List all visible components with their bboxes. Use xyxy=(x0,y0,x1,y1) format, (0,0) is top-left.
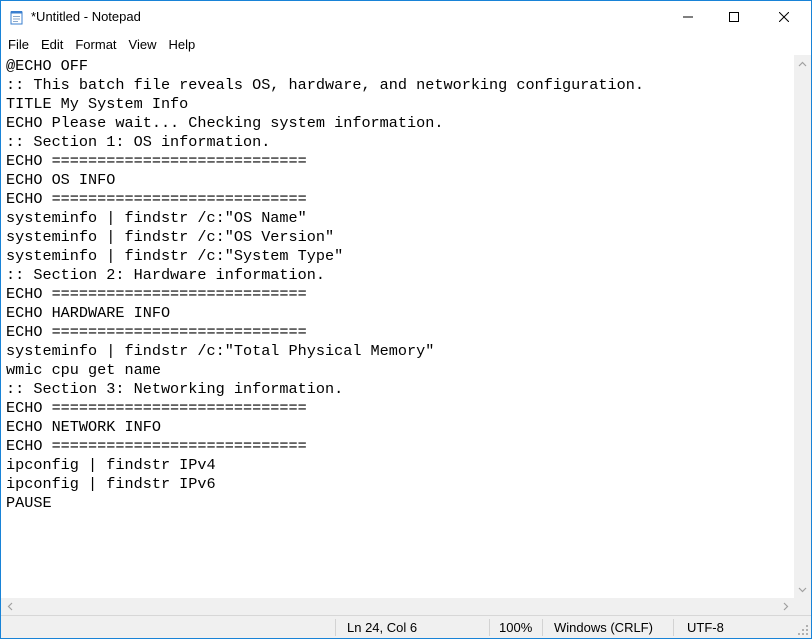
scroll-down-button[interactable] xyxy=(794,581,811,598)
editor-line: ECHO NETWORK INFO xyxy=(6,418,161,436)
menu-help[interactable]: Help xyxy=(162,34,201,55)
editor-line: ECHO HARDWARE INFO xyxy=(6,304,171,322)
editor-line: ECHO ============================ xyxy=(6,152,307,170)
text-editor[interactable]: @ECHO OFF:: This batch file reveals OS, … xyxy=(1,55,794,598)
cursor-position: Ln 24, Col 6 xyxy=(347,620,418,635)
editor-line: ECHO ============================ xyxy=(6,190,307,208)
menu-edit[interactable]: Edit xyxy=(35,34,69,55)
title-bar[interactable]: *Untitled - Notepad xyxy=(1,1,811,33)
editor-line: ECHO Please wait... Checking system info… xyxy=(6,114,444,132)
maximize-button[interactable] xyxy=(711,1,757,33)
status-divider xyxy=(489,619,490,636)
chevron-right-icon xyxy=(783,602,788,611)
scroll-right-button[interactable] xyxy=(777,598,794,615)
menu-view[interactable]: View xyxy=(123,34,163,55)
editor-line: TITLE My System Info xyxy=(6,95,189,113)
window-title: *Untitled - Notepad xyxy=(31,9,141,24)
editor-line: ECHO OS INFO xyxy=(6,171,116,189)
editor-line: ECHO ============================ xyxy=(6,323,307,341)
editor-line: @ECHO OFF xyxy=(6,57,89,75)
line-ending: Windows (CRLF) xyxy=(554,620,653,635)
editor-line: systeminfo | findstr /c:"OS Version" xyxy=(6,228,335,246)
editor-line: ECHO ============================ xyxy=(6,399,307,417)
editor-content[interactable]: @ECHO OFF:: This batch file reveals OS, … xyxy=(1,55,794,513)
minimize-icon xyxy=(683,16,693,18)
status-divider xyxy=(673,619,674,636)
status-divider xyxy=(542,619,543,636)
close-icon xyxy=(779,12,789,22)
editor-line: ECHO ============================ xyxy=(6,437,307,455)
editor-line: :: This batch file reveals OS, hardware,… xyxy=(6,76,644,94)
notepad-icon xyxy=(10,11,23,25)
editor-line: :: Section 2: Hardware information. xyxy=(6,266,325,284)
menu-format[interactable]: Format xyxy=(69,34,122,55)
editor-line: :: Section 3: Networking information. xyxy=(6,380,344,398)
editor-line: systeminfo | findstr /c:"Total Physical … xyxy=(6,342,435,360)
menu-file[interactable]: File xyxy=(1,34,35,55)
horizontal-scrollbar[interactable] xyxy=(1,598,794,615)
editor-line: PAUSE xyxy=(6,494,52,512)
scrollbar-corner xyxy=(794,598,811,615)
zoom-level: 100% xyxy=(499,620,533,635)
status-bar: Ln 24, Col 6 100% Windows (CRLF) UTF-8 xyxy=(1,615,811,638)
menu-bar: File Edit Format View Help xyxy=(1,34,811,55)
editor-line: wmic cpu get name xyxy=(6,361,161,379)
editor-line: systeminfo | findstr /c:"OS Name" xyxy=(6,209,307,227)
resize-grip-icon[interactable] xyxy=(797,624,809,636)
editor-line: ipconfig | findstr IPv4 xyxy=(6,456,216,474)
editor-line: ECHO ============================ xyxy=(6,285,307,303)
editor-line: systeminfo | findstr /c:"System Type" xyxy=(6,247,344,265)
close-button[interactable] xyxy=(757,1,811,33)
chevron-left-icon xyxy=(7,602,12,611)
notepad-window: *Untitled - Notepad File Edit Format Vie… xyxy=(0,0,812,639)
editor-line: :: Section 1: OS information. xyxy=(6,133,271,151)
editor-line: ipconfig | findstr IPv6 xyxy=(6,475,216,493)
chevron-down-icon xyxy=(798,587,807,592)
scroll-left-button[interactable] xyxy=(1,598,18,615)
maximize-icon xyxy=(729,12,739,22)
encoding: UTF-8 xyxy=(687,620,724,635)
status-divider xyxy=(335,619,336,636)
minimize-button[interactable] xyxy=(665,1,711,33)
scroll-up-button[interactable] xyxy=(794,55,811,72)
vertical-scrollbar[interactable] xyxy=(794,55,811,598)
chevron-up-icon xyxy=(798,61,807,66)
